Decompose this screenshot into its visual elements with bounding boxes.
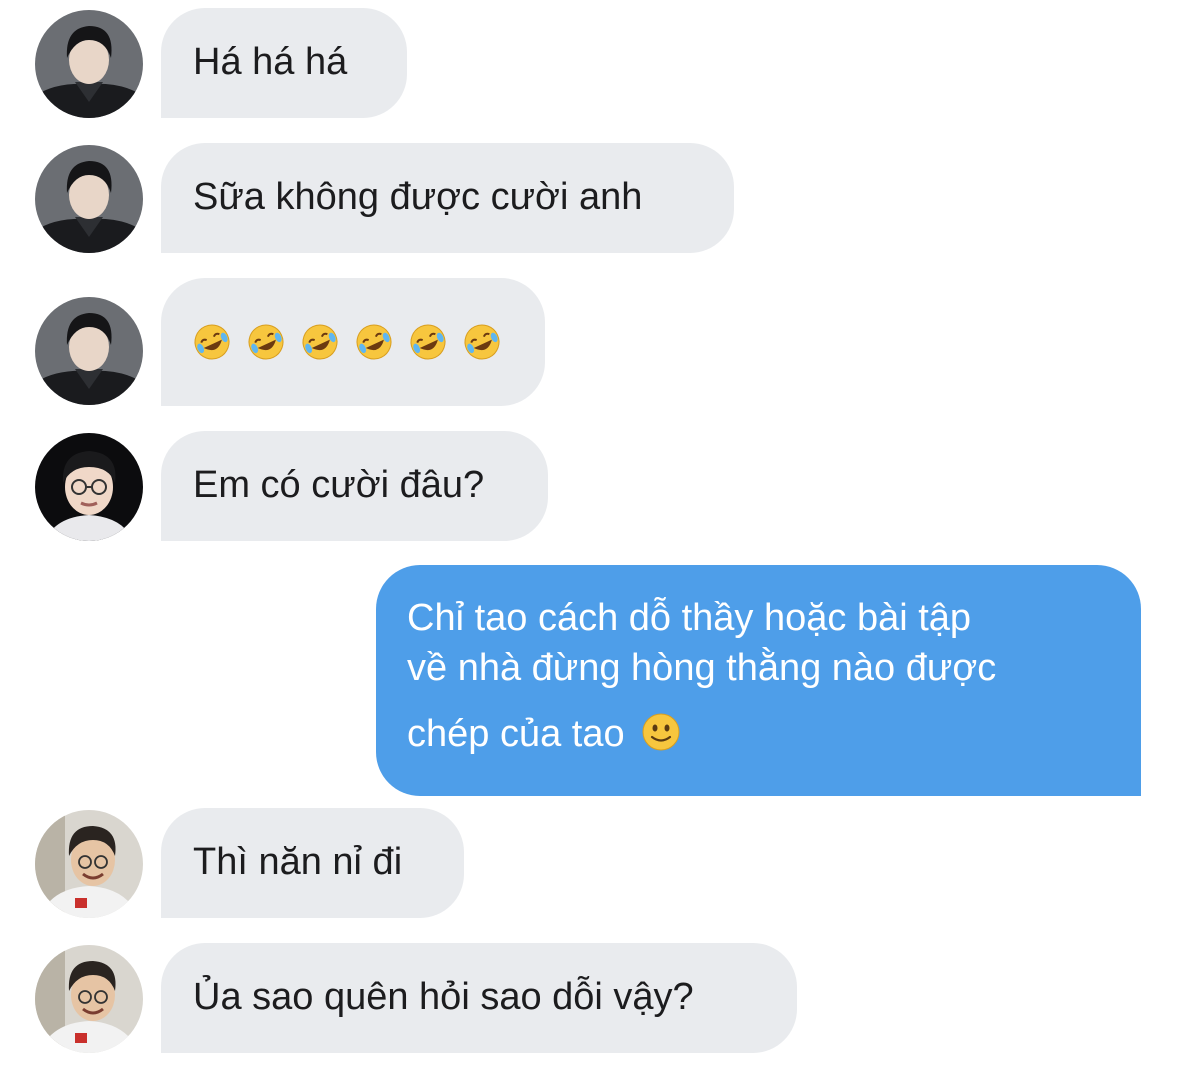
rolling-on-floor-laughing-emoji [302, 324, 338, 360]
outgoing-message-bubble[interactable]: Chỉ tao cách dỗ thầy hoặc bài tập về nhà… [376, 565, 1141, 796]
message-text: Sữa không được cười anh [193, 176, 643, 219]
message-line: về nhà đừng hòng thằng nào được [407, 647, 997, 689]
slightly-smiling-face-emoji [642, 713, 680, 751]
message-text: Há há há [193, 41, 348, 84]
message-line: Chỉ tao cách dỗ thầy hoặc bài tập [407, 597, 972, 639]
avatar[interactable] [35, 810, 143, 918]
rolling-on-floor-laughing-emoji [194, 324, 230, 360]
rolling-on-floor-laughing-emoji [410, 324, 446, 360]
message-bubble[interactable]: Em có cười đâu? [161, 431, 548, 541]
message-text: Thì năn nỉ đi [193, 841, 403, 884]
profile-photo [35, 10, 143, 118]
avatar[interactable] [35, 945, 143, 1053]
message-bubble[interactable]: Thì năn nỉ đi [161, 808, 464, 918]
rolling-on-floor-laughing-emoji [356, 324, 392, 360]
message-bubble[interactable] [161, 278, 545, 406]
message-line-with-emoji: chép của tao [407, 709, 1109, 759]
message-line: chép của tao [407, 713, 625, 755]
avatar[interactable] [35, 433, 143, 541]
message-bubble[interactable]: Há há há [161, 8, 407, 118]
profile-photo [35, 433, 143, 541]
rolling-on-floor-laughing-emoji [248, 324, 284, 360]
emoji-row [193, 323, 501, 361]
profile-photo [35, 810, 143, 918]
profile-photo [35, 945, 143, 1053]
message-text: Ủa sao quên hỏi sao dỗi vậy? [193, 976, 694, 1019]
message-bubble[interactable]: Sữa không được cười anh [161, 143, 734, 253]
rolling-on-floor-laughing-emoji [464, 324, 500, 360]
avatar[interactable] [35, 145, 143, 253]
profile-photo [35, 297, 143, 405]
message-text: Em có cười đâu? [193, 464, 485, 507]
avatar[interactable] [35, 10, 143, 118]
profile-photo [35, 145, 143, 253]
avatar[interactable] [35, 297, 143, 405]
message-bubble[interactable]: Ủa sao quên hỏi sao dỗi vậy? [161, 943, 797, 1053]
